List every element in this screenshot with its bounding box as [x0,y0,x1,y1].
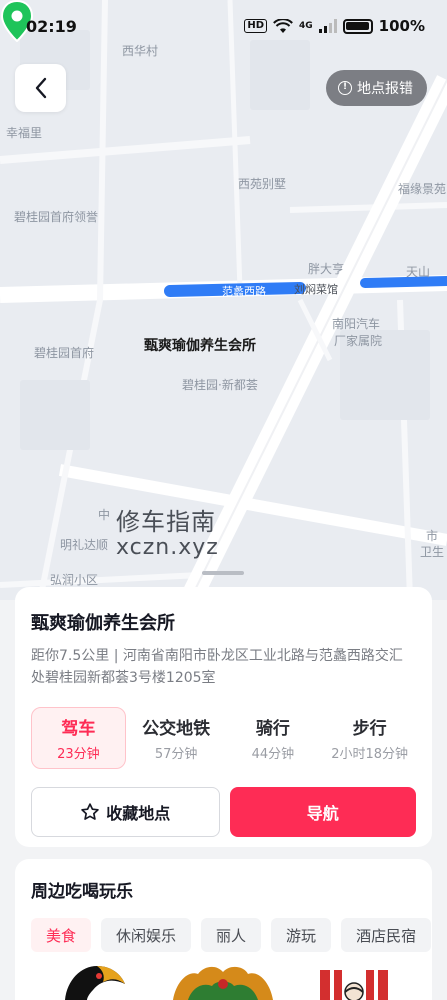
mode-walking[interactable]: 步行 2小时18分钟 [323,707,416,769]
mode-name: 步行 [352,719,387,739]
hd-icon: HD [244,19,267,33]
mode-time: 23分钟 [57,747,100,762]
place-title: 甄爽瑜伽养生会所 [31,613,175,634]
map-label: 弘润小区 [50,573,99,587]
mode-time: 44分钟 [251,747,295,762]
map-label: 卫生 [420,545,445,559]
transport-modes: 驾车 23分钟 公交地铁 57分钟 骑行 44分钟 步行 2小时18分钟 [31,707,416,769]
back-button[interactable] [15,64,66,112]
map-label: 市 [426,529,439,543]
battery-icon [342,18,373,34]
chip-play[interactable]: 游玩 [271,918,332,952]
navigate-button[interactable]: 导航 [229,787,416,837]
chip-leisure[interactable]: 休闲娱乐 [101,918,192,952]
watermark: 修车指南 xczn.xyz [116,502,219,560]
map-label: 南阳汽车 [332,317,381,331]
chip-hotel[interactable]: 酒店民宿 [341,918,432,952]
map-label: 碧桂园首府领誉 [14,210,99,224]
mode-time: 2小时18分钟 [331,747,409,762]
map-label: 明礼达顺 [60,538,109,552]
mode-time: 57分钟 [154,747,198,762]
nearby-title: 周边吃喝玩乐 [31,882,133,902]
map-label: 厂家属院 [334,334,383,348]
place-address: 距你7.5公里 | 河南省南阳市卧龙区工业北路与范蠡西路交汇处碧桂园新都荟3号楼… [31,648,403,686]
star-icon [81,803,99,820]
map-label: 西苑别墅 [238,177,287,191]
chip-food[interactable]: 美食 [31,918,92,952]
restaurant-logo-icon[interactable] [168,962,278,1000]
favorite-label: 收藏地点 [106,804,171,823]
road-label: 刘焖菜馆 [294,283,338,296]
kfc-logo-icon[interactable] [318,966,390,1000]
map-label: 中 [98,508,111,522]
poi-name-label: 甄爽瑜伽养生会所 [144,338,256,354]
map-label: 天山 [406,265,431,279]
mode-driving[interactable]: 驾车 23分钟 [31,707,126,769]
map-label: 碧桂园·新都荟 [182,378,258,392]
drag-handle[interactable] [202,571,244,575]
info-icon: ! [338,81,352,95]
signal-bars-icon [318,19,337,33]
mode-name: 骑行 [255,719,290,739]
status-bar: 02:19 HD 4G 100% [0,0,447,52]
road-label: 范蠡西路 [222,285,266,298]
mode-transit[interactable]: 公交地铁 57分钟 [130,707,223,769]
restaurant-logo-icon[interactable] [55,962,131,1000]
chevron-left-icon [35,77,46,99]
signal-4g-label: 4G [299,21,313,31]
mode-cycling[interactable]: 骑行 44分钟 [227,707,320,769]
place-card: 甄爽瑜伽养生会所 距你7.5公里 | 河南省南阳市卧龙区工业北路与范蠡西路交汇处… [15,587,432,847]
watermark-line2: xczn.xyz [116,535,219,560]
report-label: 地点报错 [357,81,413,97]
favorite-button[interactable]: 收藏地点 [31,787,220,837]
status-icons: HD 4G 100% [244,17,425,35]
status-time: 02:19 [26,16,77,36]
map-label: 幸福里 [6,126,43,140]
watermark-line1: 修车指南 [116,508,216,536]
map-label: 碧桂园首府 [34,346,95,360]
report-location-button[interactable]: ! 地点报错 [326,70,427,106]
mode-name: 驾车 [61,719,96,739]
navigate-label: 导航 [306,804,339,823]
action-row: 收藏地点 导航 [31,787,416,837]
map-label: 胖大亨 [308,262,345,276]
battery-percent: 100% [378,17,425,35]
category-chips: 美食 休闲娱乐 丽人 游玩 酒店民宿 [31,918,432,952]
chip-beauty[interactable]: 丽人 [201,918,262,952]
map-label: 福缘景苑 [398,182,447,196]
mode-name: 公交地铁 [142,719,211,739]
wifi-icon [273,18,293,33]
